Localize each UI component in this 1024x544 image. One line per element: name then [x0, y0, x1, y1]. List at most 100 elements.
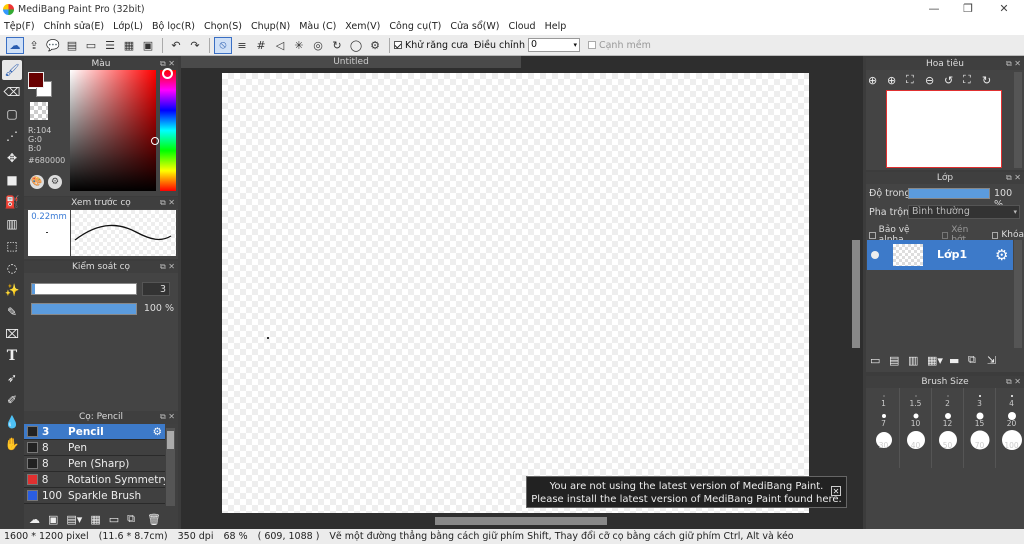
color-cursor[interactable]: [151, 137, 159, 145]
zoom-in-icon[interactable]: ⊕: [868, 74, 887, 87]
add-brush-menu-icon[interactable]: ▤▾: [66, 513, 82, 526]
menu-snap[interactable]: Chụp(N): [251, 21, 290, 32]
scrollbar-thumb[interactable]: [167, 431, 174, 449]
fit-icon[interactable]: ⛶: [906, 73, 925, 87]
duplicate-icon[interactable]: ⧉: [127, 512, 135, 526]
cloud-brush-icon[interactable]: ☁: [29, 513, 40, 526]
redo-icon[interactable]: ↷: [186, 37, 204, 54]
brush-item-rotation-symmetry[interactable]: 8 Rotation Symmetry P: [24, 472, 165, 488]
ellipse-snap-icon[interactable]: ◯: [347, 37, 365, 54]
color-settings-icon[interactable]: ⚙: [48, 175, 62, 189]
gradient-tool-icon[interactable]: ▥: [2, 214, 22, 234]
rotate-right-icon[interactable]: ↻: [982, 74, 1001, 87]
hand-tool-icon[interactable]: ✋: [2, 434, 22, 454]
layer-opacity-slider[interactable]: [908, 188, 990, 199]
comment-icon[interactable]: 💬: [44, 37, 62, 54]
add-brush-icon[interactable]: ▣: [48, 513, 58, 526]
brush-tool-icon[interactable]: 🖌: [2, 60, 22, 80]
grid-icon[interactable]: ▦: [120, 37, 138, 54]
panel-float-icon[interactable]: ⧉ ✕: [160, 411, 175, 423]
brush-size-option[interactable]: 1.5: [900, 388, 932, 408]
blend-select[interactable]: Bình thường ▾: [908, 205, 1020, 219]
eyedropper-icon[interactable]: 💧: [2, 412, 22, 432]
menu-view[interactable]: Xem(V): [345, 21, 380, 32]
circle-snap-icon[interactable]: ◎: [309, 37, 327, 54]
brush-size-option[interactable]: 1: [868, 388, 900, 408]
rectangle-tool-icon[interactable]: ▢: [2, 104, 22, 124]
brush-size-option[interactable]: 3: [964, 388, 996, 408]
horizontal-scrollbar[interactable]: [222, 516, 852, 526]
brush-size-option[interactable]: 15: [964, 408, 996, 428]
zoom-out-icon[interactable]: ⊖: [925, 74, 944, 87]
brush-size-option[interactable]: 7: [868, 408, 900, 428]
brush-list-scrollbar[interactable]: [166, 428, 175, 506]
panel-icon[interactable]: ▤: [63, 37, 81, 54]
menu-cloud[interactable]: Cloud: [508, 21, 535, 32]
panel-float-icon[interactable]: ⧉ ✕: [160, 197, 175, 209]
menu-select[interactable]: Chọn(S): [204, 21, 242, 32]
fill-rect-tool-icon[interactable]: ■: [2, 170, 22, 190]
reset-view-icon[interactable]: ⛶: [963, 73, 982, 87]
layer-row[interactable]: Lớp1 ⚙: [867, 240, 1013, 270]
transparent-color-swatch[interactable]: [30, 102, 48, 120]
list-icon[interactable]: ☰: [101, 37, 119, 54]
maximize-button[interactable]: ❐: [950, 0, 986, 18]
drawing-canvas[interactable]: [222, 73, 809, 513]
hue-slider[interactable]: [160, 70, 176, 191]
menu-filter[interactable]: Bộ lọc(R): [152, 21, 195, 32]
brush-opacity-slider[interactable]: [31, 303, 137, 315]
cloud-icon[interactable]: ☁: [6, 36, 24, 54]
share-icon[interactable]: ⇪: [25, 37, 43, 54]
rotate-left-icon[interactable]: ↺: [944, 74, 963, 87]
zoom-plus-icon[interactable]: ⊕: [887, 74, 906, 87]
trash-icon[interactable]: 🗑: [147, 513, 161, 526]
menu-color[interactable]: Màu (C): [299, 21, 336, 32]
merge-layer-icon[interactable]: ⇲: [987, 354, 1006, 367]
menu-layer[interactable]: Lớp(L): [113, 21, 143, 32]
palette-icon[interactable]: 🎨: [30, 175, 44, 189]
minimize-button[interactable]: —: [916, 0, 952, 18]
menu-edit[interactable]: Chỉnh sửa(E): [44, 21, 105, 32]
menu-window[interactable]: Cửa sổ(W): [450, 21, 499, 32]
brush-size-option[interactable]: 12: [932, 408, 964, 428]
frame-icon[interactable]: ▣: [139, 37, 157, 54]
menu-file[interactable]: Tệp(F): [4, 21, 35, 32]
brush-item-pencil[interactable]: 3 Pencil ⚙: [24, 424, 165, 440]
grid-snap-icon[interactable]: #: [252, 37, 270, 54]
document-tab[interactable]: Untitled: [181, 56, 521, 68]
visibility-icon[interactable]: [871, 251, 879, 259]
magic-wand-icon[interactable]: ✨: [2, 280, 22, 300]
brush-item-pen[interactable]: 8 Pen: [24, 440, 165, 456]
soft-edge-checkbox[interactable]: [587, 41, 596, 49]
protect-alpha-checkbox[interactable]: [869, 231, 876, 239]
brush-size-option[interactable]: 30: [868, 428, 900, 468]
brush-size-option[interactable]: 100: [996, 428, 1024, 468]
brush-size-option[interactable]: 20: [996, 408, 1024, 428]
brush-size-option[interactable]: 40: [900, 428, 932, 468]
brush-size-value[interactable]: 3: [142, 282, 170, 296]
curve-snap-icon[interactable]: ↻: [328, 37, 346, 54]
navigator-thumbnail[interactable]: [886, 90, 1002, 168]
new-layer-icon[interactable]: ▭: [870, 354, 889, 367]
bucket-tool-icon[interactable]: ⛽: [2, 192, 22, 212]
brush-size-option[interactable]: 4: [996, 388, 1024, 408]
operation-tool-icon[interactable]: ➶: [2, 368, 22, 388]
panel-float-icon[interactable]: ⧉ ✕: [1006, 172, 1021, 184]
perspective-snap-icon[interactable]: ◁: [271, 37, 289, 54]
new-halftone-layer-icon[interactable]: ▥: [908, 354, 927, 367]
folder-icon[interactable]: ▭: [109, 513, 119, 526]
select-pen-icon[interactable]: ✎: [2, 302, 22, 322]
select-eraser-icon[interactable]: ⌧: [2, 324, 22, 344]
update-notification[interactable]: You are not using the latest version of …: [526, 476, 847, 508]
folder-icon[interactable]: ▬: [949, 354, 968, 367]
text-tool-icon[interactable]: T: [2, 346, 22, 366]
snap-off-icon[interactable]: ⦸: [214, 36, 232, 54]
add-layer-menu-icon[interactable]: ▦▾: [927, 354, 949, 367]
navigator-scrollbar[interactable]: [1014, 72, 1022, 168]
radial-snap-icon[interactable]: ✳: [290, 37, 308, 54]
panel-float-icon[interactable]: ⧉ ✕: [1006, 376, 1021, 388]
eraser-tool-icon[interactable]: ⌫: [2, 82, 22, 102]
layer-scrollbar[interactable]: [1014, 240, 1022, 348]
scrollbar-thumb[interactable]: [435, 517, 607, 525]
divide-tool-icon[interactable]: ✐: [2, 390, 22, 410]
